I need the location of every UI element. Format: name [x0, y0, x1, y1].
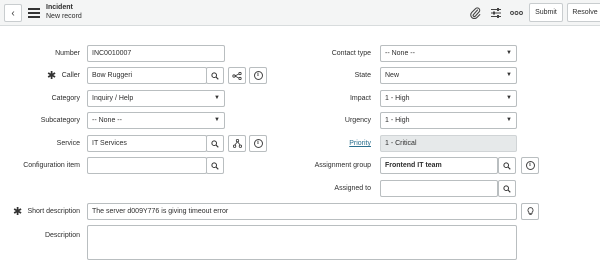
caller-lookup-button[interactable] [206, 67, 224, 84]
subcategory-value: -- None -- [92, 117, 122, 124]
service-lookup-button[interactable] [206, 135, 224, 152]
priority-link[interactable]: Priority [290, 135, 371, 152]
search-icon [503, 161, 511, 170]
chevron-down-icon: ▼ [506, 117, 512, 123]
contact-type-select[interactable]: -- None -- ▼ [380, 45, 517, 62]
assignment-group-label: Assignment group [314, 162, 371, 169]
chevron-down-icon: ▼ [506, 50, 512, 56]
number-field[interactable]: INC0010007 [87, 45, 225, 62]
assigned-to-label: Assigned to [334, 185, 371, 192]
chevron-down-icon: ▼ [506, 95, 512, 101]
category-select[interactable]: Inquiry / Help ▼ [87, 90, 225, 107]
search-icon [211, 161, 219, 170]
info-icon: i [253, 139, 263, 148]
paperclip-icon[interactable] [468, 6, 482, 20]
chevron-down-icon: ▼ [214, 95, 220, 101]
short-description-label: Short description [27, 208, 80, 215]
description-label: Description [44, 232, 80, 239]
impact-label: Impact [349, 95, 371, 102]
number-label: Number [55, 50, 80, 57]
chevron-down-icon: ▼ [506, 72, 512, 78]
description-textarea[interactable] [87, 225, 517, 260]
search-icon [503, 184, 511, 193]
assigned-to-field[interactable] [380, 180, 498, 197]
chevron-left-icon: ‹ [11, 7, 15, 19]
impact-value: 1 - High [385, 95, 410, 102]
suggestion-button[interactable] [521, 203, 539, 220]
short-description-field[interactable]: The server d009Y776 is giving timeout er… [87, 203, 517, 220]
configuration-item-lookup-button[interactable] [206, 157, 224, 174]
assigned-to-lookup-button[interactable] [498, 180, 516, 197]
more-icon[interactable] [509, 6, 523, 20]
configuration-item-label: Configuration item [23, 162, 80, 169]
resolve-button[interactable]: Resolve [567, 3, 600, 22]
record-title-block: Incident New record [46, 3, 82, 21]
info-icon: i [525, 161, 535, 170]
state-value: New [385, 72, 400, 79]
search-icon [211, 71, 219, 80]
assignment-group-info-button[interactable]: i [521, 157, 539, 174]
service-map-button[interactable] [228, 135, 246, 152]
impact-select[interactable]: 1 - High ▼ [380, 90, 517, 107]
sliders-icon[interactable] [489, 6, 503, 20]
service-info-button[interactable]: i [249, 135, 267, 152]
urgency-label: Urgency [344, 117, 371, 124]
form-header: ‹ Incident New record Submit Resolve [0, 0, 600, 26]
assignment-group-field[interactable]: Frontend IT team [380, 157, 498, 174]
subcategory-label: Subcategory [40, 117, 80, 124]
caller-info-button[interactable]: i [249, 67, 267, 84]
category-value: Inquiry / Help [92, 95, 134, 102]
state-select[interactable]: New ▼ [380, 67, 517, 84]
search-icon [211, 139, 219, 148]
back-button[interactable]: ‹ [4, 4, 22, 22]
assignment-group-lookup-button[interactable] [498, 157, 516, 174]
urgency-select[interactable]: 1 - High ▼ [380, 112, 517, 129]
subcategory-select[interactable]: -- None -- ▼ [87, 112, 225, 129]
record-title: Incident [46, 4, 73, 11]
lightbulb-icon [527, 207, 533, 215]
state-label: State [354, 72, 371, 79]
urgency-value: 1 - High [385, 117, 410, 124]
service-field[interactable]: IT Services [87, 135, 207, 152]
incident-form: Number INC0010007 ✱ Caller Bow Ruggeri i… [0, 27, 600, 272]
chevron-down-icon: ▼ [214, 117, 220, 123]
caller-tree-button[interactable] [228, 67, 246, 84]
priority-field: 1 - Critical [380, 135, 517, 152]
info-icon: i [253, 71, 263, 80]
caller-field[interactable]: Bow Ruggeri [87, 67, 207, 84]
record-subtitle: New record [46, 13, 82, 20]
category-label: Category [51, 95, 80, 102]
configuration-item-field[interactable] [87, 157, 207, 174]
service-label: Service [56, 140, 80, 147]
tree-picker-icon [232, 71, 242, 80]
contact-type-value: -- None -- [385, 50, 415, 57]
submit-button[interactable]: Submit [529, 3, 563, 22]
dependency-map-icon [232, 139, 242, 148]
caller-label: Caller [61, 72, 80, 79]
contact-type-label: Contact type [331, 50, 371, 57]
hamburger-menu-icon[interactable] [28, 8, 40, 18]
